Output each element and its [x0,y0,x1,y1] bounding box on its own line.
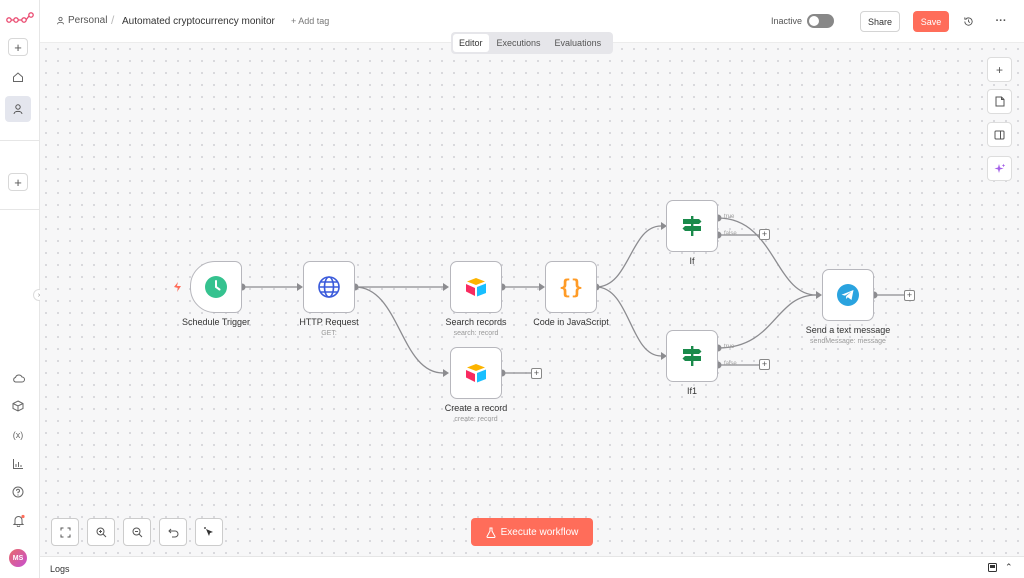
node-schedule-trigger[interactable] [190,261,242,313]
node-label: Send a text message [805,325,891,335]
globe-icon [318,276,340,298]
node-if[interactable] [666,200,718,252]
zoom-out-button[interactable] [123,518,151,546]
node-send-text-message[interactable] [822,269,874,321]
node-search-records[interactable] [450,261,502,313]
tidy-up-button[interactable] [195,518,223,546]
node-subtitle: sendMessage: message [810,338,886,345]
trigger-bolt-icon [174,282,181,292]
port-label-false: false [724,231,737,237]
logs-panel[interactable]: Logs ⌃ [40,556,1024,578]
logs-label: Logs [50,564,70,574]
add-node-plus[interactable]: + [904,290,915,301]
node-if1[interactable] [666,330,718,382]
signpost-icon [682,346,702,366]
zoom-out-icon [132,527,142,537]
node-label: If [689,256,695,266]
node-label: Create a record [444,403,508,413]
execute-workflow-button[interactable]: Execute workflow [471,518,593,546]
add-node-plus[interactable]: + [531,368,542,379]
node-label: Code in JavaScript [533,317,609,327]
airtable-icon [466,278,486,297]
airtable-icon [466,364,486,383]
node-create-record[interactable] [450,347,502,399]
port-label-true: true [724,214,735,220]
fit-view-button[interactable] [51,518,79,546]
zoom-in-icon [96,527,106,537]
clock-icon [205,276,227,298]
node-label: Schedule Trigger [181,317,251,327]
port-label-true: true [724,344,735,350]
add-node-plus[interactable]: + [759,359,770,370]
signpost-icon [682,216,702,236]
chevron-up-icon[interactable]: ⌃ [1005,562,1013,573]
node-code-javascript[interactable]: {} [545,261,597,313]
cursor-sparkle-icon [204,527,213,536]
node-label: If1 [686,386,697,396]
logs-popout-icon[interactable] [988,563,998,573]
telegram-icon [837,284,859,306]
execute-workflow-label: Execute workflow [500,526,579,538]
node-subtitle: GET: [321,330,337,337]
node-subtitle: search: record [453,330,499,337]
node-http-request[interactable] [303,261,355,313]
fit-view-icon [60,527,70,537]
undo-icon [167,528,178,537]
add-node-plus[interactable]: + [759,229,770,240]
undo-button[interactable] [159,518,187,546]
code-braces-icon: {} [558,275,584,299]
port-label-false: false [724,361,737,367]
zoom-in-button[interactable] [87,518,115,546]
node-label: HTTP Request [299,317,359,327]
node-subtitle: create: record [454,416,498,423]
flask-icon [486,527,496,538]
